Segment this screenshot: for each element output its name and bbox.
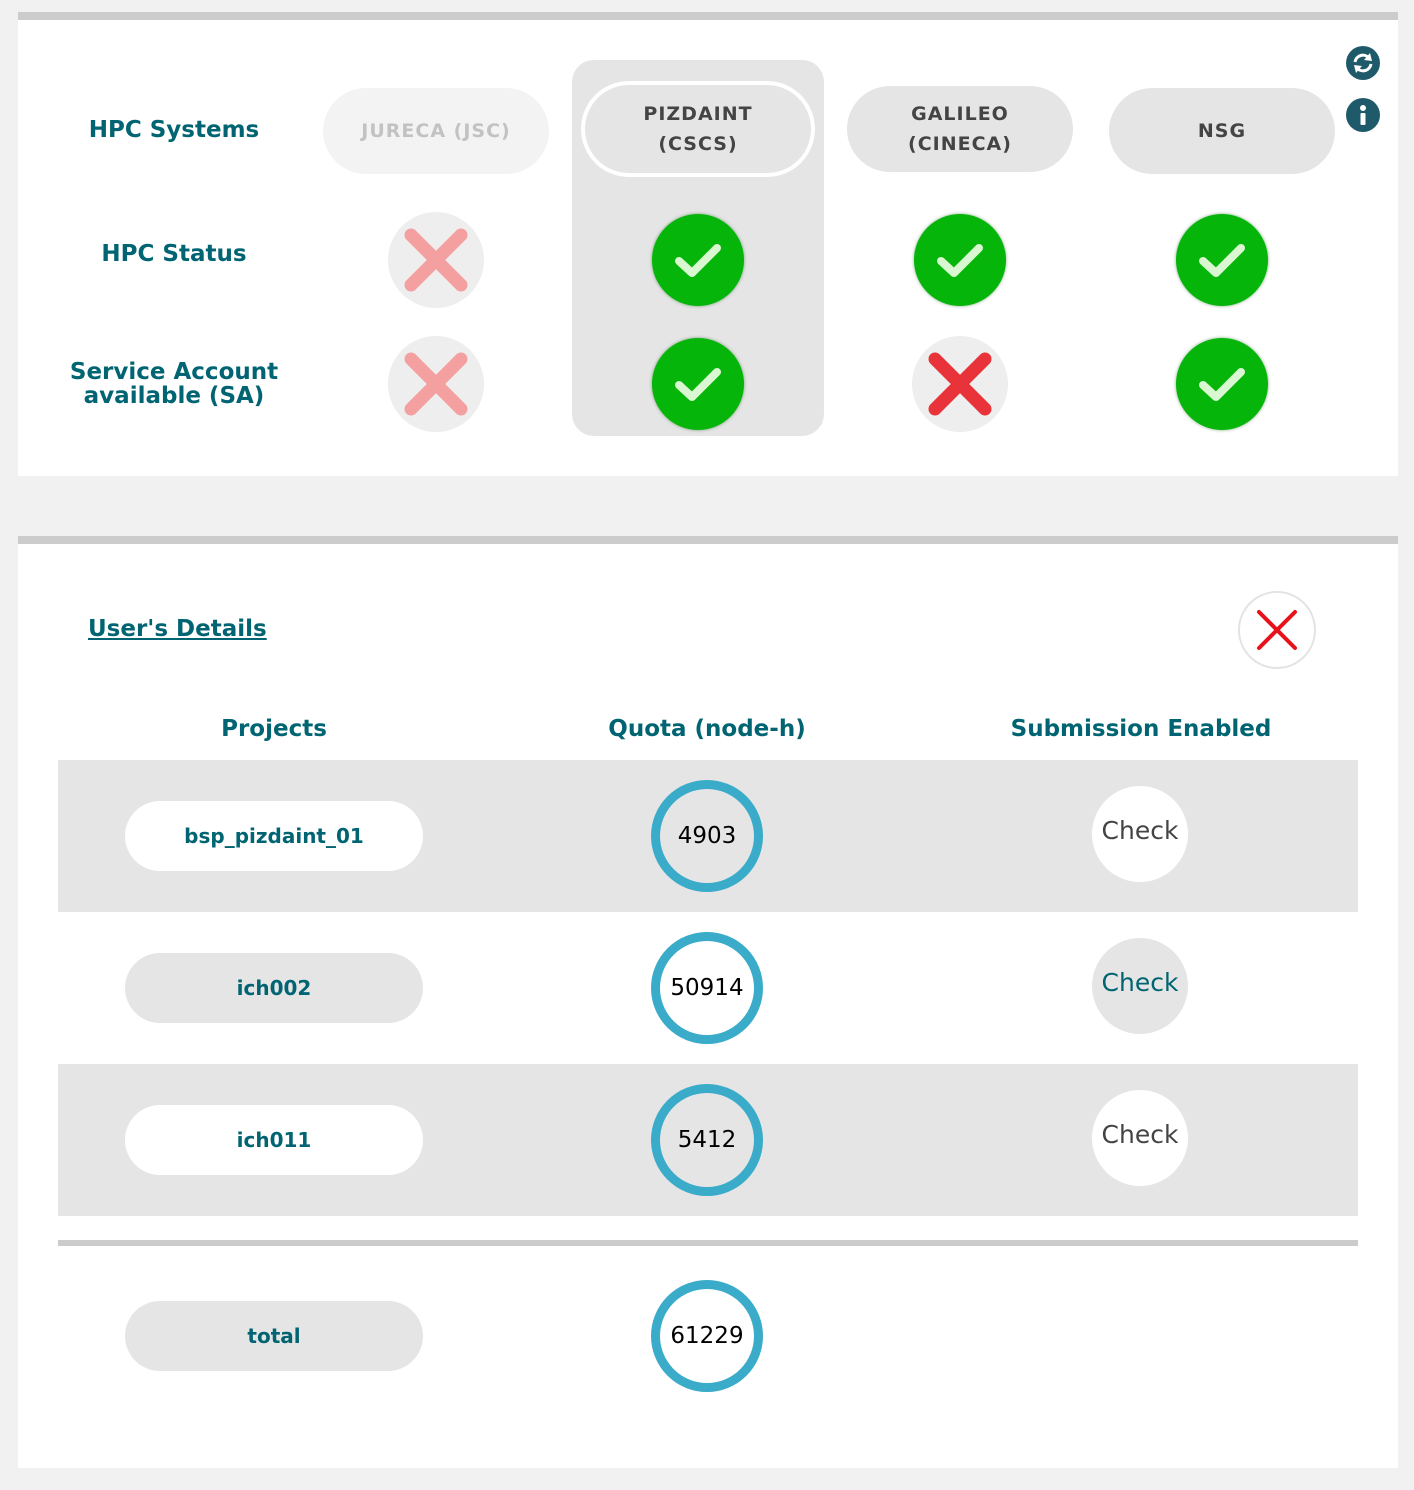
total-row: total 61229 <box>58 1264 1358 1416</box>
project-row: bsp_pizdaint_01 4903 Check <box>58 760 1358 912</box>
system-button-jureca[interactable]: JURECA (JSC) <box>323 88 549 174</box>
hpc-status-label: HPC Status <box>101 241 247 267</box>
user-details-panel: User's Details Projects Quota (node-h) S… <box>18 536 1398 1468</box>
quota-header: Quota (node-h) <box>608 716 806 742</box>
hpc-status-pizdaint-check-icon <box>652 214 744 306</box>
project-name-button[interactable]: bsp_pizdaint_01 <box>125 801 423 871</box>
close-icon <box>1257 610 1297 650</box>
hpc-systems-label: HPC Systems <box>88 117 260 143</box>
user-details-title[interactable]: User's Details <box>88 616 267 642</box>
system-button-nsg[interactable]: NSG <box>1109 88 1335 174</box>
quota-value: 50914 <box>651 932 763 1044</box>
service-account-label-line2: available (SA) <box>83 383 265 409</box>
check-submission-button[interactable]: Check <box>1092 1090 1188 1186</box>
total-divider <box>58 1240 1358 1246</box>
project-row: ich002 50914 Check <box>58 912 1358 1064</box>
quota-value: 5412 <box>651 1084 763 1196</box>
projects-header: Projects <box>221 716 327 742</box>
service-account-label-line1: Service Account <box>69 359 279 385</box>
check-submission-button[interactable]: Check <box>1092 786 1188 882</box>
sa-jureca-unavailable-icon <box>388 336 484 432</box>
info-icon[interactable] <box>1346 98 1380 132</box>
system-button-pizdaint[interactable]: PIZDAINT (CSCS) <box>581 81 815 177</box>
close-button[interactable] <box>1238 591 1316 669</box>
hpc-status-galileo-check-icon <box>914 214 1006 306</box>
total-label: total <box>125 1301 423 1371</box>
sa-pizdaint-check-icon <box>652 338 744 430</box>
check-submission-button[interactable]: Check <box>1092 938 1188 1034</box>
service-account-label: Service Account available (SA) <box>24 360 324 408</box>
sa-galileo-cross-icon <box>912 336 1008 432</box>
system-button-galileo[interactable]: GALILEO (CINECA) <box>847 86 1073 172</box>
sa-nsg-check-icon <box>1176 338 1268 430</box>
hpc-systems-panel: HPC Systems HPC Status Service Account a… <box>18 12 1398 476</box>
refresh-icon[interactable] <box>1346 46 1380 80</box>
quota-value: 4903 <box>651 780 763 892</box>
hpc-status-nsg-check-icon <box>1176 214 1268 306</box>
project-name-button[interactable]: ich011 <box>125 1105 423 1175</box>
project-name-button[interactable]: ich002 <box>125 953 423 1023</box>
project-row: ich011 5412 Check <box>58 1064 1358 1216</box>
total-quota-value: 61229 <box>651 1280 763 1392</box>
submission-header: Submission Enabled <box>1010 716 1272 742</box>
hpc-status-jureca-unavailable-icon <box>388 212 484 308</box>
